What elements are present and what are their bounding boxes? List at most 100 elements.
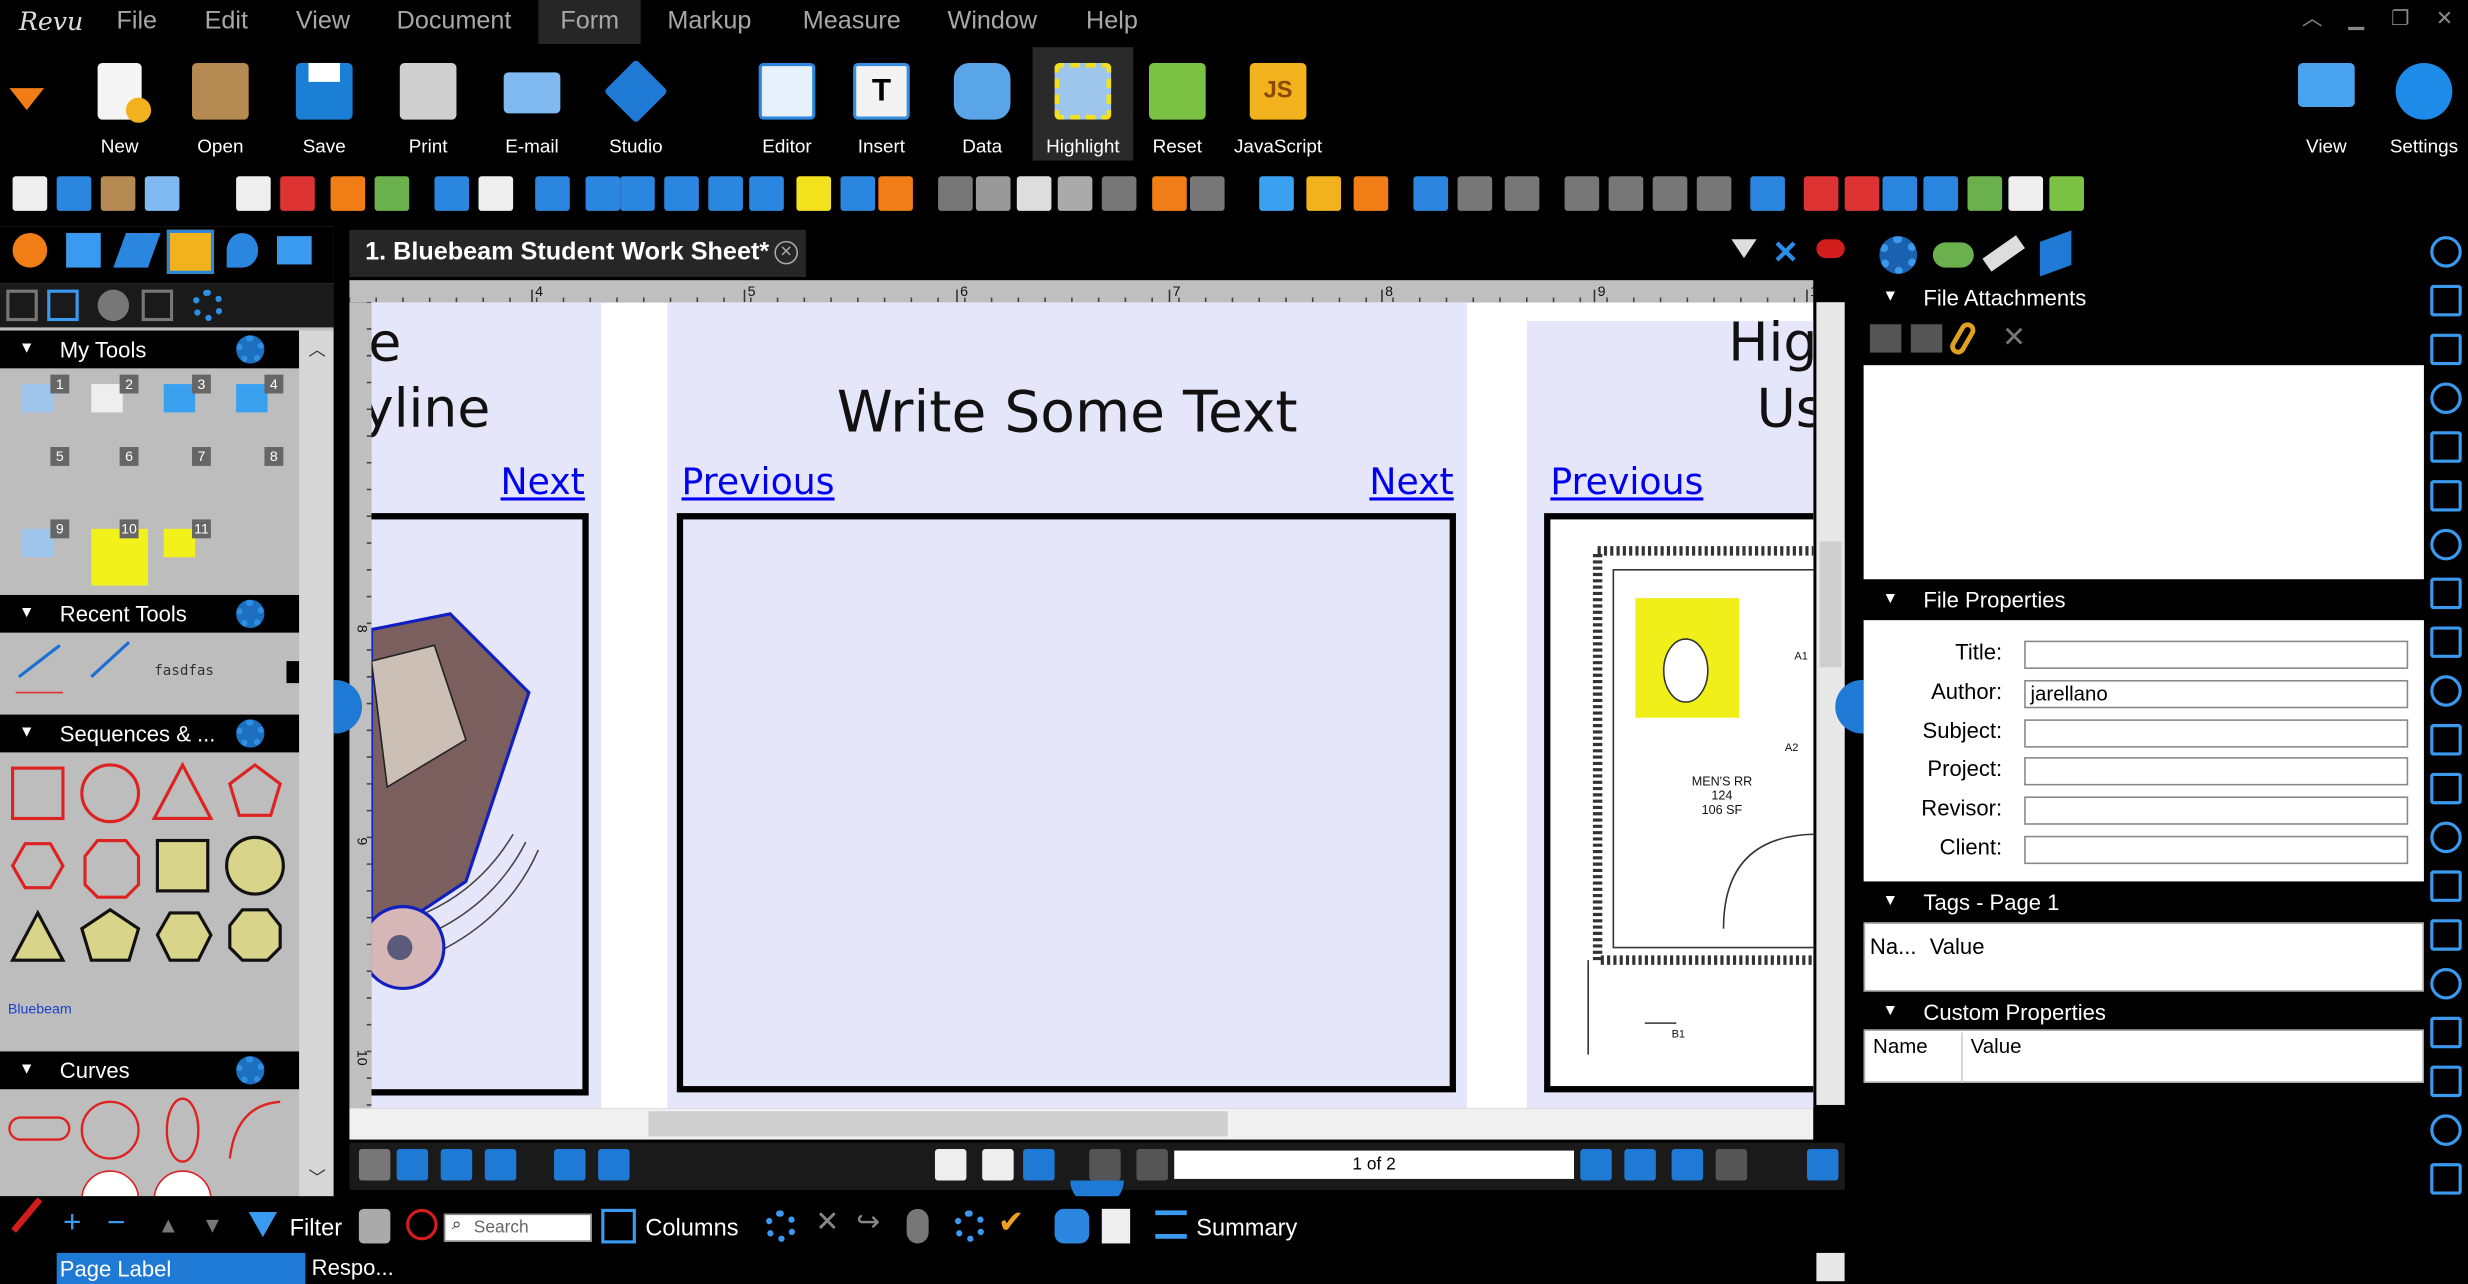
callout-icon[interactable]	[2430, 1114, 2462, 1146]
reset-button[interactable]: Reset	[1127, 47, 1228, 160]
collapse-ribbon-icon[interactable]: ︿	[2301, 8, 2323, 28]
section-recent-tools[interactable]: ▼ Recent Tools	[0, 594, 300, 633]
restore-icon[interactable]: ❐	[2389, 8, 2411, 28]
spell-icon[interactable]	[840, 176, 876, 211]
my-tool-2[interactable]: 2	[82, 371, 139, 428]
tool-icon[interactable]	[1306, 176, 1342, 211]
tags-header[interactable]: ▼ Tags - Page 1	[1863, 884, 2424, 920]
prop-field[interactable]	[2024, 835, 2409, 865]
markup-toggle-icon[interactable]	[1816, 239, 1845, 259]
prop-field[interactable]	[2024, 757, 2409, 787]
data-button[interactable]: Data	[932, 47, 1033, 160]
section-my-tools[interactable]: ▼ My Tools	[0, 330, 300, 369]
text-icon[interactable]	[535, 176, 570, 211]
check-icon[interactable]: ✔	[998, 1203, 1024, 1242]
my-tool-7[interactable]: 7	[154, 444, 211, 501]
revu-menu-arrow-icon[interactable]	[9, 88, 45, 111]
studio-button[interactable]: Studio	[586, 47, 687, 160]
print-button[interactable]: Print	[378, 47, 479, 160]
cut-icon[interactable]	[975, 176, 1011, 211]
snap-content-icon[interactable]	[1803, 176, 1839, 211]
column-page-label[interactable]: Page Label	[56, 1252, 306, 1284]
expand-all-icon[interactable]	[47, 289, 79, 322]
menu-view[interactable]: View	[274, 0, 372, 44]
redo-arrow-icon[interactable]	[1189, 176, 1225, 211]
new-button[interactable]: New	[69, 47, 170, 160]
summary-button[interactable]: Summary	[1196, 1215, 1297, 1242]
select-text-icon[interactable]	[1023, 1149, 1055, 1181]
export-icon[interactable]	[1353, 176, 1389, 211]
side-by-side-icon[interactable]	[440, 1149, 473, 1181]
last-page-icon[interactable]	[1624, 1149, 1656, 1181]
email-button[interactable]: E-mail	[482, 47, 583, 160]
expand-markups-icon[interactable]: +	[63, 1206, 81, 1242]
close-document-icon[interactable]: ✕	[1772, 233, 1798, 272]
gear-icon[interactable]	[2430, 236, 2462, 268]
vertical-scroll-thumb[interactable]	[1819, 541, 1842, 668]
highlight-button[interactable]: Highlight	[1032, 47, 1134, 161]
tool-chest-settings-icon[interactable]	[192, 289, 224, 322]
open-icon[interactable]	[100, 176, 136, 211]
menu-help[interactable]: Help	[1064, 0, 1160, 44]
highlighter-icon[interactable]	[796, 176, 832, 211]
sync-icon[interactable]	[1923, 176, 1959, 211]
tool-chest-tab-icon[interactable]	[166, 229, 215, 274]
pdf-icon[interactable]	[1806, 1149, 1839, 1181]
pan-hand-icon[interactable]	[934, 1149, 967, 1181]
collapse-markups-icon[interactable]: −	[107, 1206, 125, 1242]
undo-icon[interactable]	[1152, 176, 1187, 211]
guide-icon[interactable]	[2049, 176, 2084, 211]
prop-field[interactable]	[2024, 796, 2409, 826]
center-page-next-link[interactable]: Next	[1369, 463, 1453, 504]
polygon-icon[interactable]	[2430, 528, 2462, 561]
cloud-alt-icon[interactable]	[2430, 382, 2462, 414]
distribute-icon[interactable]	[1652, 176, 1688, 211]
recent-tools-gear-icon[interactable]	[236, 599, 265, 629]
tags-value-header[interactable]: Value	[1930, 933, 1985, 958]
color-icon[interactable]	[374, 176, 410, 211]
file-properties-header[interactable]: ▼ File Properties	[1863, 582, 2424, 618]
align-bottom-icon[interactable]	[1608, 176, 1644, 211]
my-tool-9[interactable]: 9	[13, 516, 70, 573]
underline-icon[interactable]	[664, 176, 699, 211]
dimension-icon[interactable]	[2430, 577, 2462, 610]
prop-field[interactable]	[2024, 718, 2409, 748]
sequences-gear-icon[interactable]	[236, 719, 265, 748]
cursor-text-icon[interactable]	[749, 176, 784, 211]
open-attachment-icon[interactable]	[1869, 324, 1902, 353]
properties-mode-icon[interactable]	[97, 289, 130, 322]
center-page-previous-link[interactable]: Previous	[682, 463, 835, 504]
angle-icon[interactable]	[2430, 919, 2462, 951]
summary-database-icon[interactable]	[1054, 1208, 1090, 1244]
volume-icon[interactable]	[2430, 1016, 2462, 1049]
diameter-icon[interactable]	[2430, 1065, 2462, 1098]
document-tab[interactable]: 1. Bluebeam Student Work Sheet*	[349, 229, 806, 278]
layers-tab-icon[interactable]	[277, 236, 312, 265]
left-page-next-link[interactable]: Next	[501, 463, 585, 504]
search-input[interactable]: ⌕ Search	[443, 1213, 592, 1242]
menu-document[interactable]: Document	[375, 0, 534, 44]
scroll-up-icon[interactable]: ︿	[309, 337, 326, 362]
markup-settings-icon[interactable]	[764, 1210, 797, 1242]
cloud-icon[interactable]	[2430, 333, 2462, 366]
markups-scroll-icon[interactable]	[1816, 1252, 1845, 1282]
recent-tools-more-icon[interactable]	[286, 661, 300, 684]
ruler-icon[interactable]	[2430, 870, 2462, 902]
location-tab-icon[interactable]	[226, 232, 259, 268]
my-tool-6[interactable]: 6	[82, 444, 139, 501]
stamp-icon[interactable]	[878, 176, 913, 211]
prop-field[interactable]: jarellano	[2024, 679, 2409, 708]
move-down-icon[interactable]: ▼	[201, 1212, 223, 1237]
my-tool-4[interactable]: 4	[227, 371, 284, 428]
grid-tab-icon[interactable]	[66, 232, 101, 268]
prop-field[interactable]	[2024, 640, 2409, 669]
my-tools-gear-icon[interactable]	[236, 335, 265, 364]
columns-icon[interactable]	[601, 1208, 636, 1244]
refresh-icon[interactable]	[1967, 176, 2003, 211]
circle-icon[interactable]	[2430, 626, 2462, 658]
file-attachments-header[interactable]: ▼ File Attachments	[1863, 280, 2424, 315]
rectangle-icon[interactable]	[2430, 675, 2462, 707]
filter-icon[interactable]	[248, 1211, 278, 1238]
continuous-side-icon[interactable]	[484, 1149, 517, 1181]
new-icon[interactable]	[12, 176, 48, 211]
